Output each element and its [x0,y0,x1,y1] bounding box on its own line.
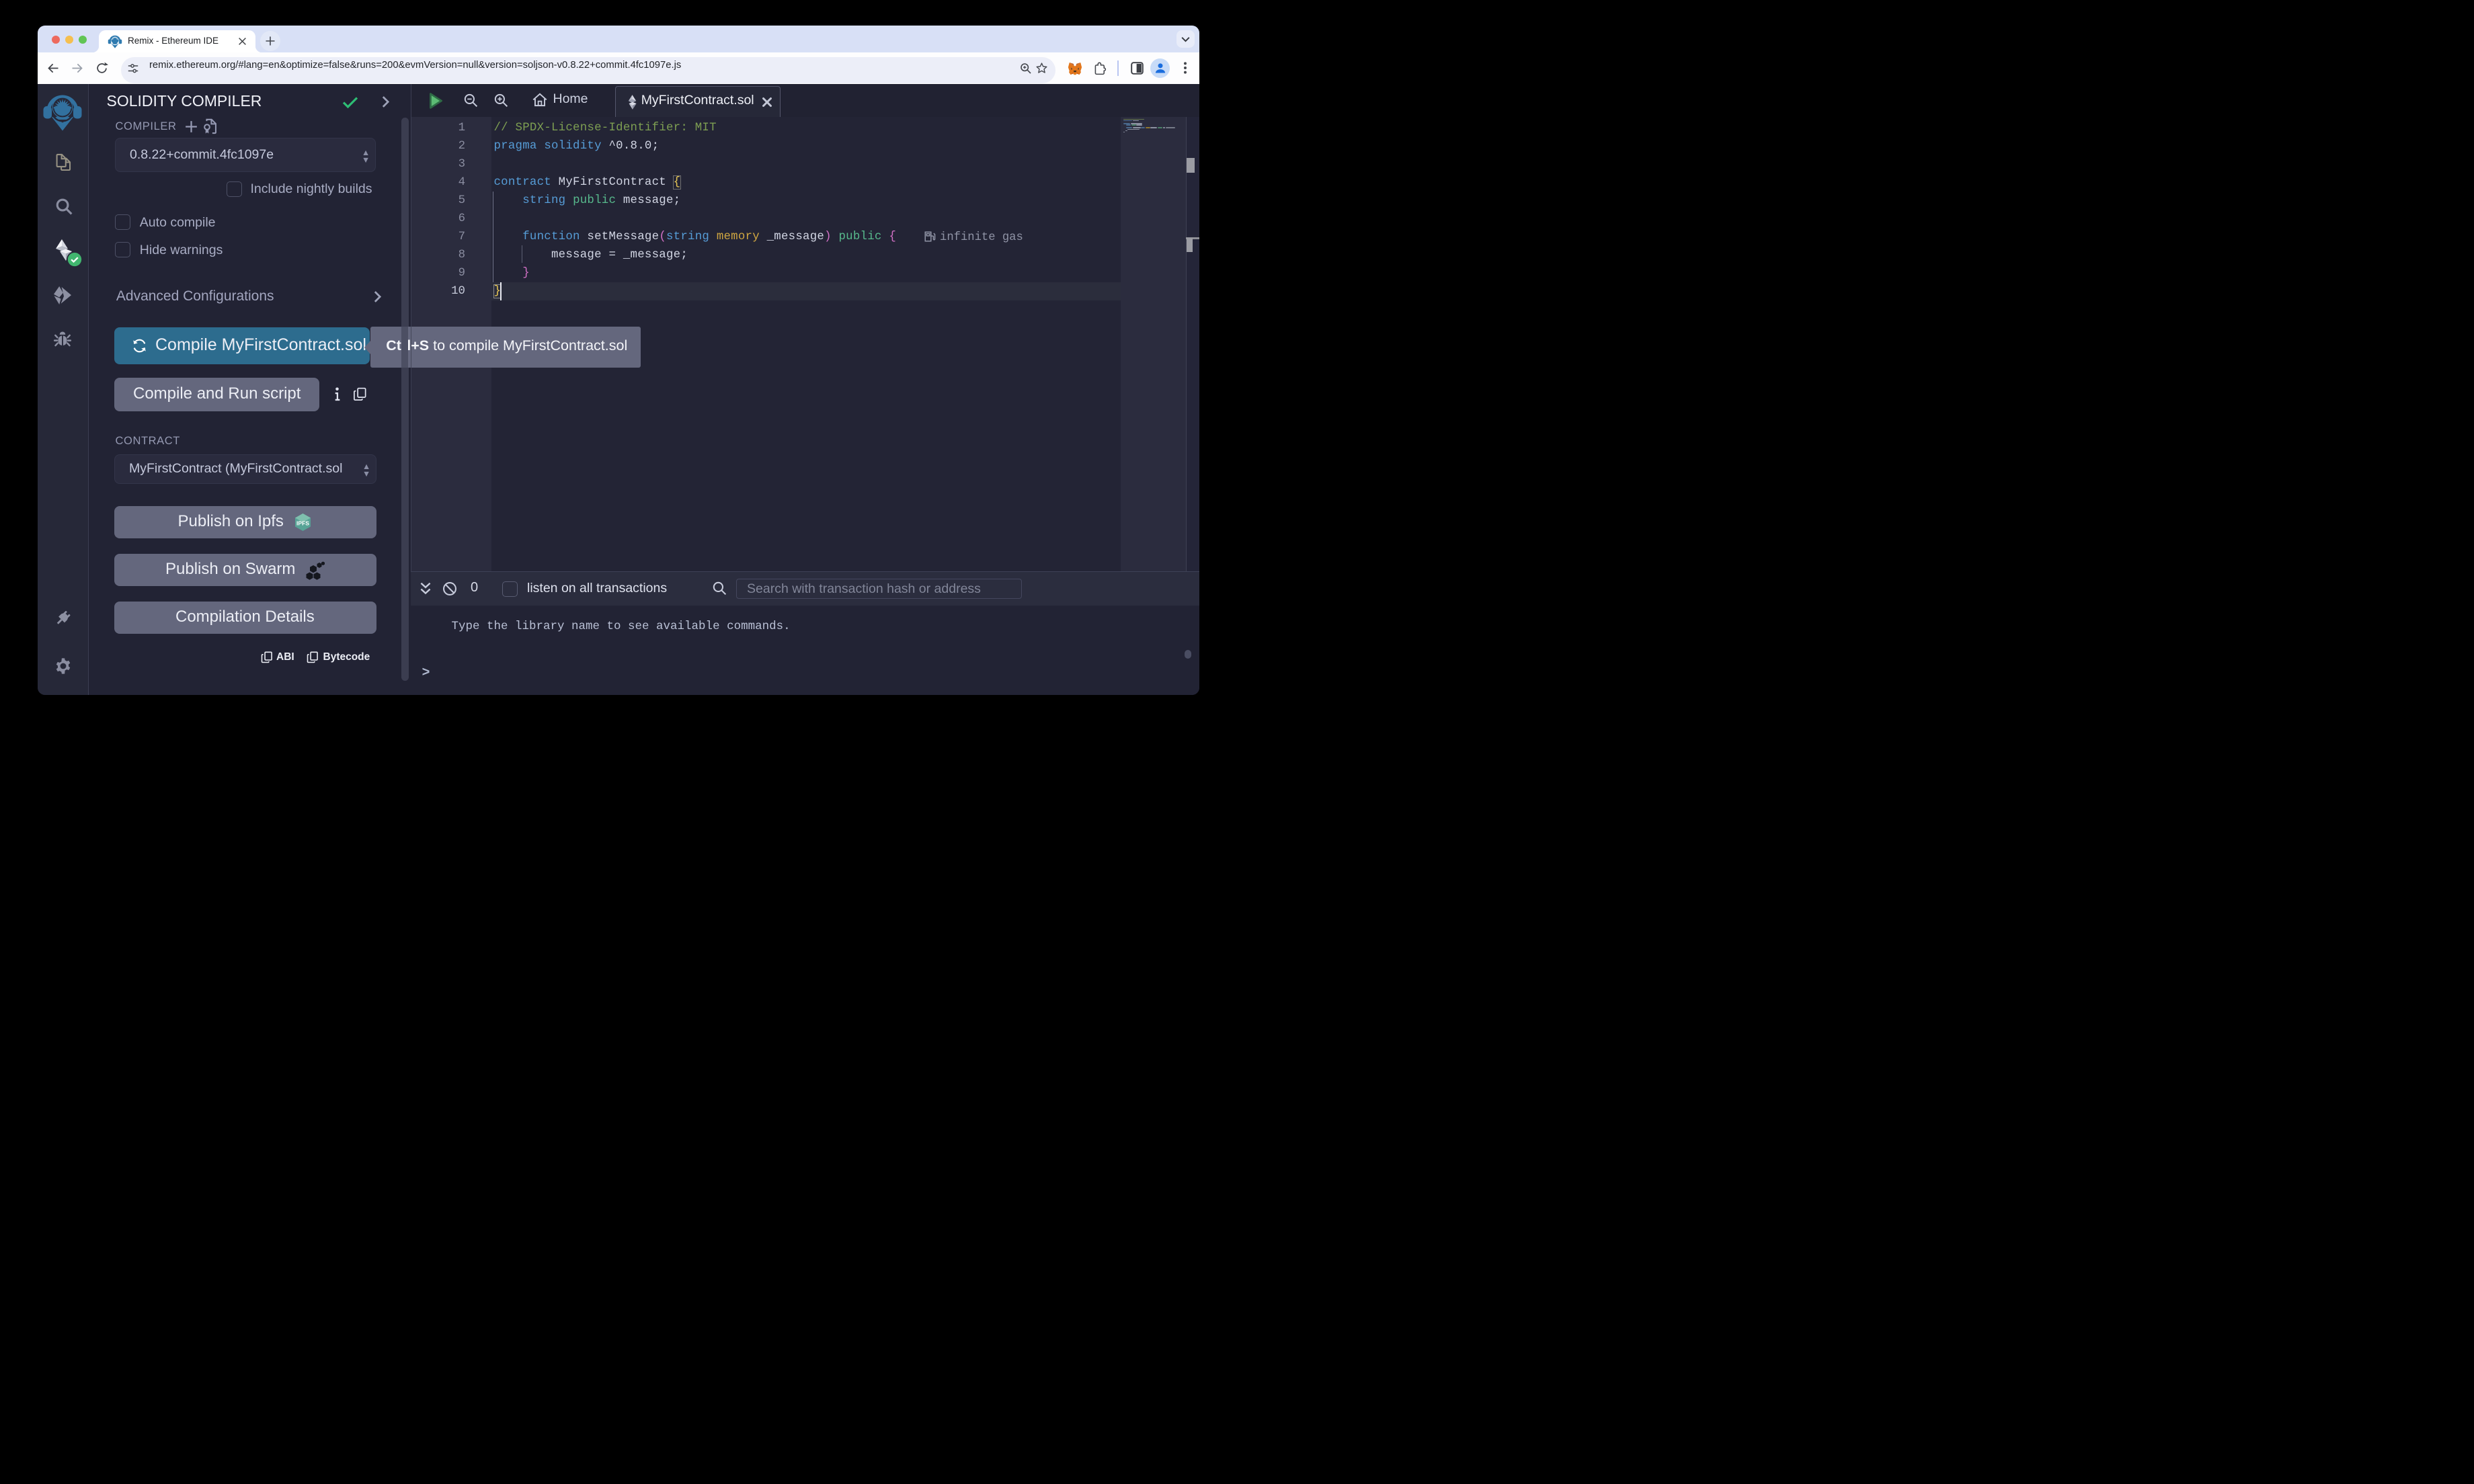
svg-text:IPFS: IPFS [296,520,309,527]
